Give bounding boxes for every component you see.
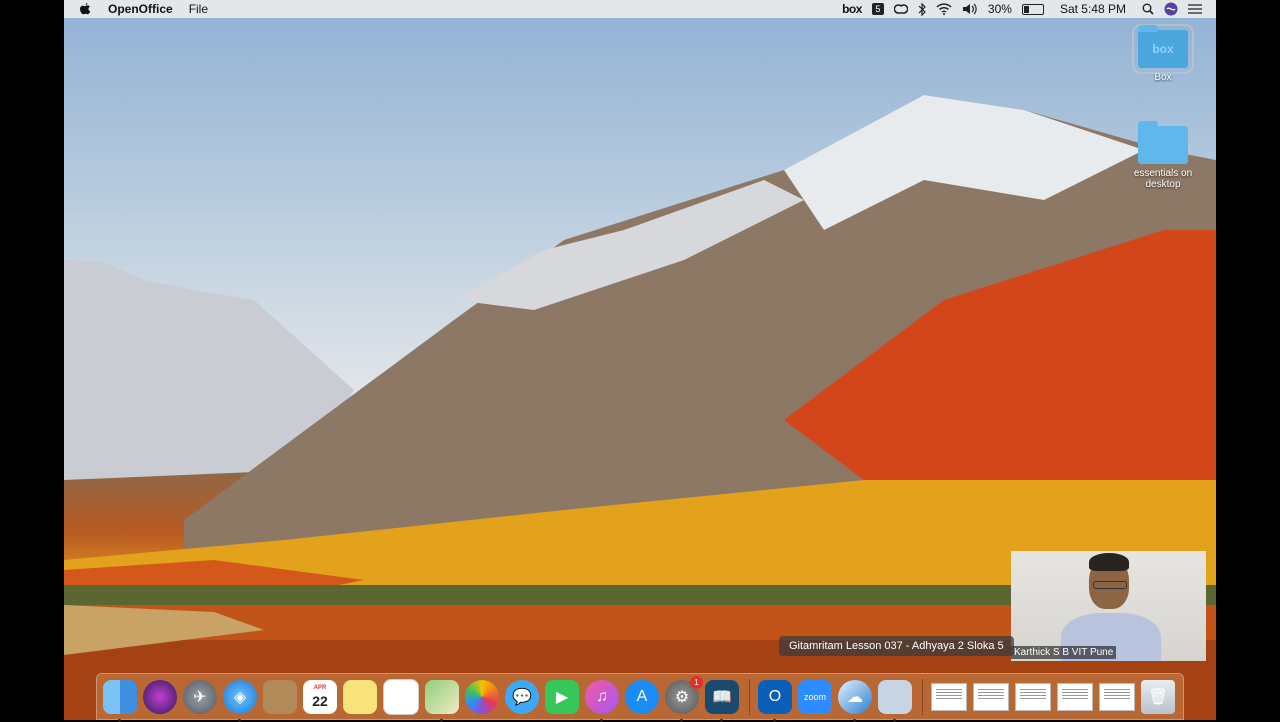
app-store-icon[interactable]: A	[625, 679, 659, 714]
html5-status-icon[interactable]: 5	[871, 2, 884, 16]
wifi-icon[interactable]	[936, 2, 952, 16]
messages-icon[interactable]: 💬	[505, 679, 539, 714]
kindle-icon[interactable]: 📖	[705, 679, 739, 722]
desktop-icon-label: essentials on desktop	[1133, 168, 1193, 190]
maps-icon[interactable]	[425, 679, 459, 722]
siri-icon[interactable]	[143, 679, 177, 714]
participant-glasses	[1093, 581, 1127, 589]
calendar-month: APR	[313, 684, 327, 691]
siri-menu-icon[interactable]	[1164, 2, 1178, 16]
trash-icon[interactable]: 🗑	[1141, 679, 1175, 714]
zoom-icon[interactable]: zoom	[798, 679, 832, 714]
creative-cloud-icon[interactable]	[893, 2, 908, 16]
dock: ✈ ◈ APR 22 💬 ▶ ♫ A ⚙ 1 📖 O zoom ☁ 🗑	[96, 673, 1184, 722]
minimized-window-4[interactable]	[1057, 682, 1093, 711]
itunes-icon[interactable]: ♫	[585, 679, 619, 722]
desktop-icon-box[interactable]: box Box	[1123, 24, 1203, 83]
desktop-icon-essentials[interactable]: essentials on desktop	[1123, 121, 1203, 190]
finder-icon[interactable]	[103, 679, 137, 722]
system-preferences-icon[interactable]: ⚙ 1	[665, 675, 703, 722]
desktop-icon-label: Box	[1154, 72, 1172, 83]
bluetooth-icon[interactable]	[918, 2, 926, 16]
battery-level-fill	[1023, 5, 1029, 13]
video-participant-tile[interactable]: Karthick S B VIT Pune	[1011, 551, 1206, 661]
calendar-day: 22	[312, 692, 328, 709]
battery-icon[interactable]	[1021, 2, 1044, 16]
minimized-window-1[interactable]	[931, 682, 967, 711]
outlook-icon[interactable]: O	[758, 679, 792, 722]
calendar-icon[interactable]: APR 22	[303, 679, 337, 714]
facetime-icon[interactable]: ▶	[545, 679, 579, 714]
app-name-menu[interactable]: OpenOffice	[108, 2, 173, 16]
minimized-window-5[interactable]	[1099, 682, 1135, 711]
openoffice-icon[interactable]: ☁	[838, 679, 872, 722]
notification-badge: 1	[690, 675, 703, 689]
minimized-window-2[interactable]	[973, 682, 1009, 711]
contacts-icon[interactable]	[263, 679, 297, 714]
participant-hair	[1089, 553, 1129, 571]
minimized-window-3[interactable]	[1015, 682, 1051, 711]
reminders-icon[interactable]	[383, 678, 419, 715]
dock-separator	[749, 678, 750, 715]
menu-bar-clock[interactable]: Sat 5:48 PM	[1060, 2, 1126, 16]
file-menu[interactable]: File	[189, 2, 208, 16]
folder-icon[interactable]	[1138, 121, 1188, 164]
battery-percent: 30%	[987, 2, 1012, 16]
apple-menu-icon[interactable]	[78, 2, 92, 16]
participant-name-label: Karthick S B VIT Pune	[1011, 646, 1117, 659]
spotlight-search-icon[interactable]	[1142, 2, 1154, 16]
notes-icon[interactable]	[343, 679, 377, 714]
menu-bar: OpenOffice File box 5 30% Sat 5:48 PM	[64, 0, 1216, 18]
volume-icon[interactable]	[962, 2, 978, 16]
photos-icon[interactable]	[465, 679, 499, 714]
launchpad-icon[interactable]: ✈	[183, 679, 217, 714]
dock-separator	[922, 678, 923, 715]
box-folder-logo: box	[1152, 42, 1174, 56]
box-sync-icon[interactable]: box	[842, 2, 862, 16]
notification-center-icon[interactable]	[1188, 2, 1202, 16]
preview-icon[interactable]	[878, 679, 912, 722]
safari-icon[interactable]: ◈	[223, 679, 257, 722]
dock-tooltip: Gitamritam Lesson 037 - Adhyaya 2 Sloka …	[779, 636, 1014, 656]
box-folder-icon[interactable]: box	[1132, 24, 1194, 74]
